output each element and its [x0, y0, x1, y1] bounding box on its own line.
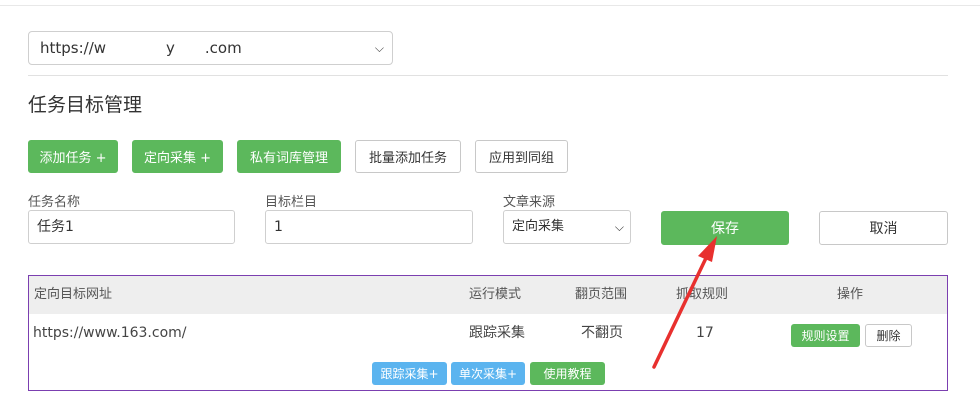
batch-add-task-button[interactable]: 批量添加任务: [355, 140, 461, 173]
rule-settings-button[interactable]: 规则设置: [791, 324, 860, 347]
article-source-value: 定向采集: [512, 219, 565, 234]
targeted-collect-button[interactable]: 定向采集 +: [132, 140, 223, 173]
tutorial-button[interactable]: 使用教程: [530, 362, 605, 385]
row-mode: 跟踪采集: [469, 325, 525, 341]
task-name-label: 任务名称: [28, 195, 81, 210]
header-paging-range: 翻页范围: [575, 287, 628, 302]
chevron-down-icon: ⌵: [614, 220, 624, 234]
header-run-mode: 运行模式: [469, 287, 522, 302]
article-source-select[interactable]: 定向采集 ⌵: [503, 210, 631, 244]
site-select-value: https://w y .com: [40, 39, 242, 57]
target-column-input[interactable]: 1: [265, 210, 473, 244]
row-paging: 不翻页: [581, 325, 623, 341]
chevron-down-icon: ⌵: [374, 41, 384, 55]
header-target-url: 定向目标网址: [34, 287, 113, 302]
add-task-button[interactable]: 添加任务 +: [28, 140, 118, 173]
delete-button[interactable]: 删除: [865, 324, 912, 347]
site-select[interactable]: https://w y .com ⌵: [28, 31, 393, 65]
row-url: https://www.163.com/: [33, 325, 187, 341]
save-button[interactable]: 保存: [661, 211, 789, 245]
single-collect-button[interactable]: 单次采集+: [451, 362, 525, 385]
header-actions: 操作: [837, 287, 864, 302]
track-collect-button[interactable]: 跟踪采集+: [372, 362, 447, 385]
target-column-label: 目标栏目: [265, 195, 318, 210]
target-url-table: 定向目标网址 运行模式 翻页范围 抓取规则 操作 https://www.163…: [28, 275, 948, 391]
private-lexicon-button[interactable]: 私有词库管理: [237, 140, 341, 173]
apply-to-group-button[interactable]: 应用到同组: [475, 140, 568, 173]
cancel-button[interactable]: 取消: [819, 211, 948, 245]
task-name-input[interactable]: 任务1: [28, 210, 235, 244]
section-divider: [28, 75, 948, 76]
top-divider: [0, 5, 980, 6]
page-title: 任务目标管理: [28, 94, 143, 116]
row-rule: 17: [696, 325, 714, 341]
article-source-label: 文章来源: [503, 195, 556, 210]
header-crawl-rule: 抓取规则: [676, 287, 729, 302]
